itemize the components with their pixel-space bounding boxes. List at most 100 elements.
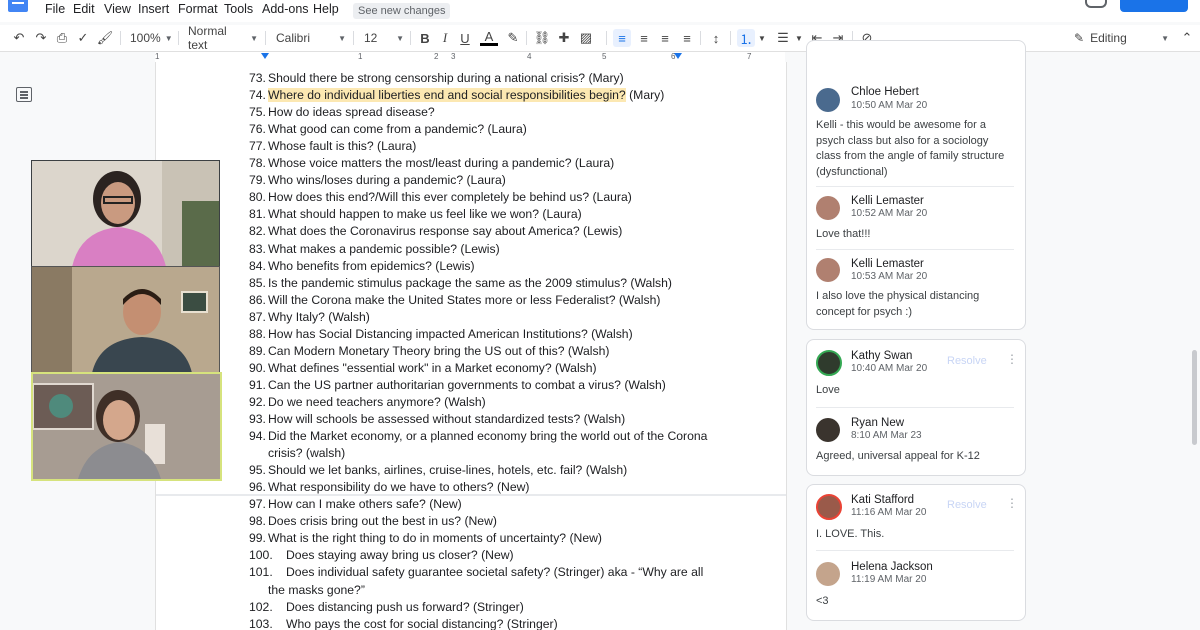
- chevron-down-icon[interactable]: ▼: [794, 29, 804, 47]
- list-number: 80.: [249, 190, 266, 205]
- document-outline-icon[interactable]: [16, 87, 32, 102]
- divider: [816, 186, 1014, 187]
- zoom-select[interactable]: 100% ▼: [130, 29, 173, 47]
- comment-thread-1[interactable]: [806, 40, 1026, 330]
- item-text: Who wins/loses during a pandemic? (Laura…: [268, 173, 506, 188]
- justify-icon[interactable]: ≡: [678, 29, 696, 47]
- avatar: [816, 494, 842, 520]
- comment-text: <3: [816, 595, 829, 607]
- chevron-down-icon[interactable]: ▼: [757, 29, 767, 47]
- numbered-list-icon[interactable]: ⒈: [737, 29, 755, 47]
- style-value: Normal text: [188, 24, 227, 52]
- bulleted-list-icon[interactable]: ☰: [774, 29, 792, 47]
- resolve-button[interactable]: Resolve: [947, 355, 987, 367]
- font-size-select[interactable]: 12 ▼: [364, 29, 404, 47]
- spellcheck-icon[interactable]: ✓: [74, 29, 92, 47]
- indent-marker[interactable]: [261, 53, 269, 59]
- list-number: 79.: [249, 173, 266, 188]
- comment-timestamp: 10:50 AM Mar 20: [851, 100, 928, 111]
- print-icon[interactable]: ⎙: [53, 29, 71, 47]
- item-text: Who benefits from epidemics? (Lewis): [268, 258, 475, 273]
- item-text: What does the Coronavirus response say a…: [268, 224, 623, 239]
- undo-icon[interactable]: ↶: [10, 29, 28, 47]
- docs-logo-icon[interactable]: [8, 0, 28, 12]
- line-spacing-icon[interactable]: ↕: [707, 29, 725, 47]
- list-item-text: Will the Corona make the United States m…: [268, 293, 660, 307]
- more-options-icon[interactable]: ⋮: [1006, 352, 1018, 366]
- share-button[interactable]: [1120, 0, 1188, 12]
- avatar: [816, 418, 840, 442]
- menu-file[interactable]: File: [45, 2, 65, 16]
- editing-mode-select[interactable]: ✎ Editing ▼: [1074, 29, 1169, 47]
- menu-addons[interactable]: Add-ons: [262, 2, 309, 16]
- list-item-text: Does individual safety guarantee societa…: [286, 565, 703, 579]
- zoom-value: 100%: [130, 31, 161, 45]
- item-text: How will schools be assessed without sta…: [268, 412, 626, 426]
- item-text: How do ideas spread disease?: [268, 105, 435, 120]
- redo-icon[interactable]: ↷: [32, 29, 50, 47]
- list-item-text: Can Modern Monetary Theory bring the US …: [268, 344, 609, 358]
- ruler-label: 1: [155, 52, 160, 61]
- link-icon[interactable]: ⛓: [533, 29, 551, 47]
- insert-image-icon[interactable]: ▨: [577, 29, 595, 47]
- menu-tools[interactable]: Tools: [224, 2, 253, 16]
- ruler-label: 5: [602, 52, 607, 61]
- avatar: [816, 258, 840, 282]
- menu-format[interactable]: Format: [178, 2, 218, 16]
- align-center-icon[interactable]: ≡: [635, 29, 653, 47]
- resolve-button[interactable]: Resolve: [947, 499, 987, 511]
- comment-history-icon[interactable]: [1085, 0, 1107, 8]
- list-item-text: Where do individual liberties end and so…: [268, 88, 664, 103]
- comment-author: Helena Jackson: [851, 561, 933, 573]
- text-color-button[interactable]: A: [480, 29, 498, 46]
- document-page[interactable]: 73. Should there be strong censorship dur…: [155, 62, 787, 630]
- list-item-text: Whose voice matters the most/least durin…: [268, 156, 614, 170]
- participant-1-video: [32, 161, 219, 267]
- italic-button[interactable]: I: [436, 29, 454, 47]
- chevron-up-icon[interactable]: ⌃: [1178, 29, 1196, 47]
- font-value: Calibri: [276, 31, 311, 45]
- menu-help[interactable]: Help: [313, 2, 339, 16]
- item-text: Who pays the cost for social distancing?…: [286, 616, 558, 630]
- scrollbar[interactable]: [1192, 350, 1197, 445]
- comment-text: Love: [816, 384, 840, 396]
- align-left-icon[interactable]: ≡: [613, 29, 631, 47]
- highlight-color-icon[interactable]: ✎: [504, 29, 522, 47]
- list-number: 98.: [249, 514, 266, 529]
- paint-format-icon[interactable]: 🖌: [96, 29, 114, 47]
- more-options-icon[interactable]: ⋮: [1006, 496, 1018, 510]
- item-text: Can the US partner authoritarian governm…: [268, 377, 666, 392]
- list-number: 88.: [249, 326, 266, 341]
- list-number: 74.: [249, 88, 266, 103]
- highlighted-text: Where do individual liberties end and so…: [268, 88, 626, 103]
- see-new-changes-link[interactable]: See new changes: [353, 3, 451, 19]
- menu-edit[interactable]: Edit: [73, 2, 95, 16]
- list-number: 73.: [249, 71, 266, 85]
- list-item-text: How has Social Distancing impacted Ameri…: [268, 327, 633, 341]
- comment-author: Ryan New: [851, 417, 905, 429]
- underline-button[interactable]: U: [456, 29, 474, 47]
- video-tile-participant-3: [31, 372, 222, 481]
- menu-view[interactable]: View: [104, 2, 131, 16]
- item-text: Does staying away bring us closer? (New): [286, 548, 514, 563]
- list-number: 84.: [249, 258, 266, 273]
- font-select[interactable]: Calibri ▼: [276, 29, 346, 47]
- item-text: the masks gone?”: [268, 582, 365, 597]
- comment-text: Love that!!!: [816, 228, 871, 240]
- menu-insert[interactable]: Insert: [138, 2, 169, 16]
- right-margin-marker[interactable]: [674, 53, 682, 59]
- list-item-text: What defines "essential work" in a Marke…: [268, 361, 597, 375]
- style-select[interactable]: Normal text ▼: [188, 24, 258, 52]
- align-right-icon[interactable]: ≡: [656, 29, 674, 47]
- editing-mode-label: Editing: [1090, 31, 1127, 45]
- comment-timestamp: 11:16 AM Mar 20: [851, 507, 927, 518]
- ruler-label: 1: [358, 52, 363, 61]
- list-number: 94.: [249, 429, 266, 444]
- list-number: 93.: [249, 412, 266, 426]
- list-item-text: What should happen to make us feel like …: [268, 207, 582, 221]
- add-comment-icon[interactable]: ✚: [555, 29, 573, 47]
- bold-button[interactable]: B: [416, 29, 434, 47]
- participant-2-video: [32, 267, 219, 373]
- item-text: Does distancing push us forward? (String…: [286, 599, 524, 614]
- list-number: 77.: [249, 139, 266, 154]
